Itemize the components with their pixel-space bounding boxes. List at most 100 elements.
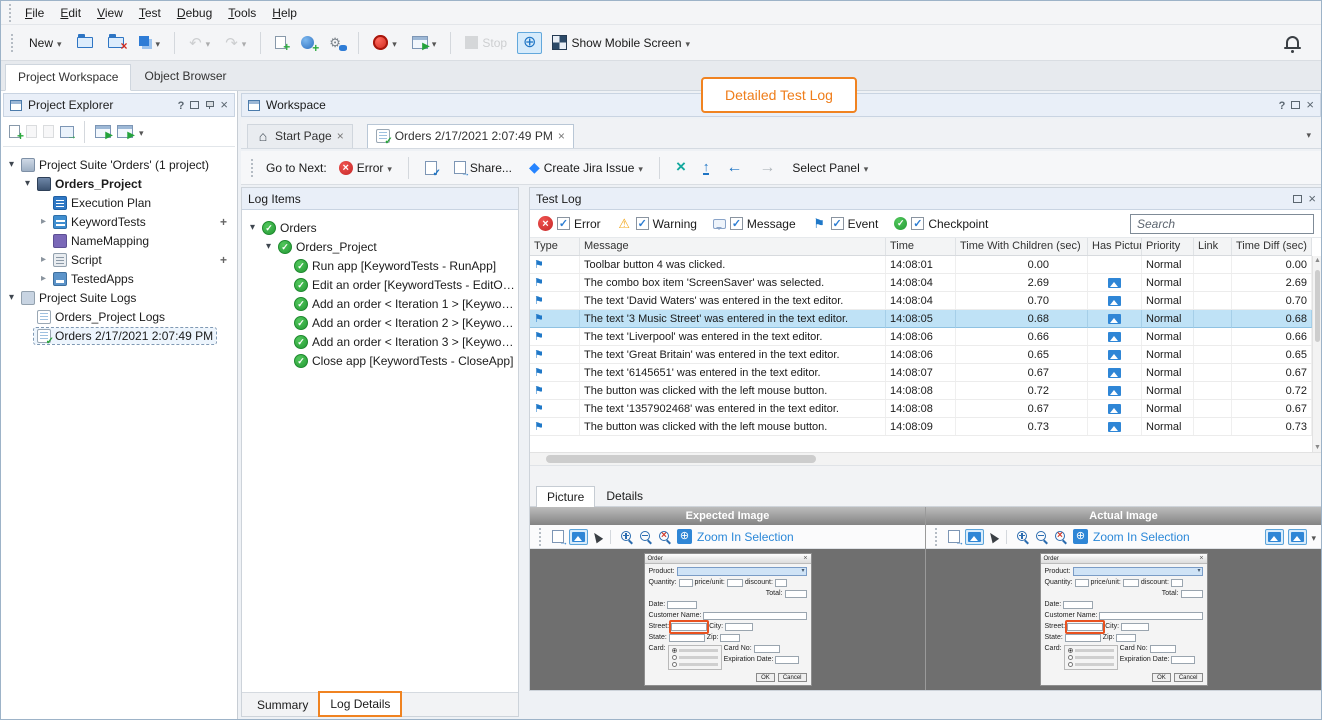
- tree-node[interactable]: Close app [KeywordTests - CloseApp]: [291, 353, 516, 369]
- pin-icon[interactable]: [205, 100, 214, 110]
- object-spy-toggle[interactable]: [517, 32, 542, 54]
- tree-node[interactable]: Project Suite 'Orders' (1 project): [18, 157, 212, 173]
- image-select-toggle[interactable]: [965, 529, 984, 545]
- tab-close-icon[interactable]: [558, 129, 565, 143]
- add-affordance[interactable]: +: [220, 253, 237, 267]
- project-tree-item[interactable]: TestedApps: [1, 269, 237, 288]
- more-actions-caret[interactable]: [139, 125, 144, 139]
- pointer-icon[interactable]: [987, 530, 999, 543]
- filter-checkbox[interactable]: [831, 217, 844, 230]
- close-icon[interactable]: [1308, 192, 1316, 206]
- zoom-in-icon[interactable]: [620, 530, 634, 544]
- log-filter[interactable]: Message: [713, 217, 796, 231]
- maximize-icon[interactable]: [1293, 195, 1302, 203]
- tree-node[interactable]: TestedApps: [50, 271, 137, 287]
- toolbar-grip[interactable]: [539, 528, 543, 546]
- column-header[interactable]: Priority: [1142, 238, 1194, 255]
- tree-node[interactable]: KeywordTests: [50, 214, 149, 230]
- log-row[interactable]: The text 'Liverpool' was entered in the …: [530, 328, 1312, 346]
- tree-node[interactable]: Add an order < Iteration 3 > [Keywor...]: [291, 334, 518, 350]
- record-test-button[interactable]: [368, 32, 402, 53]
- tree-node[interactable]: Run app [KeywordTests - RunApp]: [291, 258, 499, 274]
- picture-icon[interactable]: [1108, 422, 1121, 432]
- show-connections-button[interactable]: [60, 126, 74, 138]
- picture-icon[interactable]: [1108, 332, 1121, 342]
- expander-icon[interactable]: [37, 212, 50, 231]
- redo-button[interactable]: [220, 31, 251, 55]
- project-tree-item[interactable]: Script +: [1, 250, 237, 269]
- log-view-tab[interactable]: Log Details: [319, 692, 401, 716]
- menu-item[interactable]: Test: [131, 3, 169, 23]
- expander-icon[interactable]: [5, 155, 18, 174]
- column-header[interactable]: Time With Children (sec): [956, 238, 1088, 255]
- picture-icon[interactable]: [1108, 296, 1121, 306]
- menu-item[interactable]: Edit: [52, 3, 89, 23]
- log-filter[interactable]: Event: [812, 216, 879, 231]
- project-tree-item[interactable]: Orders_Project: [1, 174, 237, 193]
- help-icon[interactable]: [178, 98, 185, 112]
- open-item-button[interactable]: [43, 125, 54, 138]
- maximize-icon[interactable]: [190, 101, 199, 109]
- toolbar-grip[interactable]: [251, 159, 255, 177]
- column-header[interactable]: Time Diff (sec): [1232, 238, 1312, 255]
- picture-details-tab[interactable]: Picture: [536, 486, 595, 507]
- go-forward-button[interactable]: [754, 156, 780, 180]
- expander-icon[interactable]: [5, 288, 18, 307]
- column-header[interactable]: Time: [886, 238, 956, 255]
- column-header[interactable]: Message: [580, 238, 886, 255]
- picture-icon[interactable]: [1108, 278, 1121, 288]
- log-row[interactable]: The text 'Great Britain' was entered in …: [530, 346, 1312, 364]
- picture-icon[interactable]: [1108, 314, 1121, 324]
- expander-icon[interactable]: [262, 237, 275, 256]
- expander-icon[interactable]: [246, 218, 259, 237]
- overlay-toggle[interactable]: [1288, 529, 1307, 545]
- close-file-button[interactable]: [103, 34, 129, 51]
- tree-node[interactable]: Add an order < Iteration 1 > [Keywor...]: [291, 296, 518, 312]
- project-tree-item[interactable]: Orders_Project Logs: [1, 307, 237, 326]
- panel-splitter[interactable]: [530, 465, 1322, 485]
- add-affordance[interactable]: +: [220, 215, 237, 229]
- expander-icon[interactable]: [37, 250, 50, 269]
- log-row[interactable]: The button was clicked with the left mou…: [530, 418, 1312, 436]
- expander-icon[interactable]: [21, 174, 34, 193]
- add-new-item-button[interactable]: [9, 125, 20, 138]
- tree-node[interactable]: Orders: [259, 220, 320, 236]
- notifications-button[interactable]: [1282, 32, 1303, 54]
- zoom-reset-icon[interactable]: [1054, 530, 1068, 544]
- filter-checkbox[interactable]: [911, 217, 924, 230]
- show-mobile-screen-button[interactable]: Show Mobile Screen: [547, 32, 695, 53]
- tab-close-icon[interactable]: [337, 129, 344, 143]
- zoom-out-icon[interactable]: [1035, 530, 1049, 544]
- zoom-in-selection-label[interactable]: Zoom In Selection: [697, 530, 794, 544]
- workspace-mode-tab[interactable]: Project Workspace: [5, 64, 131, 91]
- picture-details-tab[interactable]: Details: [595, 485, 654, 506]
- log-item[interactable]: Orders_Project: [242, 237, 518, 256]
- horizontal-scrollbar[interactable]: [530, 452, 1322, 465]
- integration-button[interactable]: [671, 157, 691, 178]
- zoom-in-selection-icon[interactable]: [1073, 529, 1088, 544]
- tree-node[interactable]: Orders_Project Logs: [34, 309, 168, 325]
- log-row[interactable]: The text 'David Waters' was entered in t…: [530, 292, 1312, 310]
- tree-node[interactable]: NameMapping: [50, 233, 152, 249]
- scrollbar-thumb[interactable]: [546, 455, 816, 463]
- run-test-button[interactable]: [407, 33, 442, 53]
- undo-button[interactable]: [184, 31, 215, 55]
- save-image-icon[interactable]: [552, 530, 564, 543]
- scrollbar-thumb[interactable]: [1315, 270, 1320, 342]
- scroll-down-arrow[interactable]: ▼: [1313, 444, 1322, 451]
- go-back-button[interactable]: [721, 156, 747, 180]
- menu-item[interactable]: Tools: [220, 3, 264, 23]
- column-header[interactable]: Has Picture: [1088, 238, 1142, 255]
- column-header[interactable]: Type: [530, 238, 580, 255]
- vertical-scrollbar[interactable]: ▲ ▼: [1312, 256, 1322, 452]
- picture-icon[interactable]: [1108, 404, 1121, 414]
- add-existing-item-button[interactable]: [26, 125, 37, 138]
- menu-item[interactable]: Help: [264, 3, 305, 23]
- maximize-icon[interactable]: [1291, 101, 1300, 109]
- log-item[interactable]: Edit an order [KeywordTests - EditOrd...…: [242, 275, 518, 294]
- stop-button[interactable]: Stop: [460, 33, 512, 53]
- tree-node[interactable]: Orders_Project: [34, 176, 145, 192]
- log-view-tab[interactable]: Summary: [246, 693, 319, 716]
- go-to-next-error-dropdown[interactable]: Error: [334, 158, 397, 178]
- zoom-reset-icon[interactable]: [658, 530, 672, 544]
